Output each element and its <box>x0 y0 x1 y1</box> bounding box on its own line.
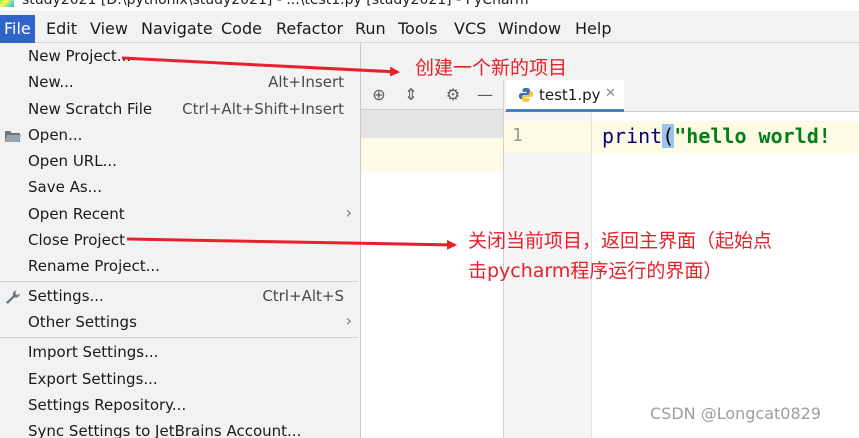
project-toolbar: ⊕ ⇕ ⚙ — <box>361 80 504 110</box>
menu-item-label: Export Settings... <box>28 370 158 388</box>
python-file-icon <box>519 88 533 102</box>
submenu-arrow-icon: › <box>345 203 352 222</box>
wrench-icon <box>6 290 20 304</box>
annotation-close-project-line1: 关闭当前项目，返回主界面（起始点 <box>468 230 773 252</box>
project-tree-row[interactable] <box>361 138 504 172</box>
gear-icon[interactable]: ⚙ <box>443 85 463 105</box>
menu-item-label: Save As... <box>28 178 102 196</box>
project-tree-selected-row[interactable] <box>361 110 504 138</box>
menu-item-label: Open Recent <box>28 205 125 223</box>
tab-test1-py[interactable]: test1.py ✕ <box>506 80 624 112</box>
menu-item-label: New... <box>28 73 74 91</box>
close-icon[interactable]: ✕ <box>605 86 616 101</box>
menu-item-other-settings[interactable]: Other Settings › <box>0 310 358 336</box>
title-bar: study2021 [D:\pythonix\study2021] - ...\… <box>0 0 859 11</box>
menu-item-close-project[interactable]: Close Project <box>0 228 358 254</box>
menu-item-label: Open URL... <box>28 152 117 170</box>
menu-item-shortcut: Ctrl+Alt+S <box>262 287 344 305</box>
menu-bar: File Edit View Navigate Code Refactor Ru… <box>0 15 859 43</box>
tab-label: test1.py <box>539 86 601 104</box>
menu-item-label: Import Settings... <box>28 343 159 361</box>
menu-item-label: Other Settings <box>28 313 137 331</box>
menu-item-label: Settings Repository... <box>28 396 187 414</box>
menu-item-label: New Project... <box>28 47 132 65</box>
menu-item-import-settings[interactable]: Import Settings... <box>0 340 358 366</box>
menu-vcs[interactable]: VCS <box>450 15 490 43</box>
menu-item-settings-repository[interactable]: Settings Repository... <box>0 393 358 419</box>
menu-item-label: Sync Settings to JetBrains Account... <box>28 422 302 438</box>
code-line[interactable]: print("hello world! <box>602 124 831 148</box>
menu-edit[interactable]: Edit <box>42 15 81 43</box>
folder-icon <box>5 131 21 142</box>
menu-item-label: New Scratch File <box>28 100 153 118</box>
menu-separator <box>0 337 358 338</box>
menu-item-new-scratch-file[interactable]: New Scratch File Ctrl+Alt+Shift+Insert <box>0 97 358 123</box>
line-number: 1 <box>512 125 523 146</box>
menu-item-shortcut: Ctrl+Alt+Shift+Insert <box>182 100 344 118</box>
minimize-icon[interactable]: — <box>475 85 495 105</box>
menu-item-new[interactable]: New... Alt+Insert <box>0 70 358 96</box>
menu-file[interactable]: File <box>0 15 35 43</box>
menu-item-shortcut: Alt+Insert <box>268 73 344 91</box>
menu-item-rename-project[interactable]: Rename Project... <box>0 254 358 280</box>
menu-item-open[interactable]: Open... <box>0 123 358 149</box>
menu-tools[interactable]: Tools <box>394 15 441 43</box>
menu-view[interactable]: View <box>86 15 132 43</box>
menu-refactor[interactable]: Refactor <box>272 15 347 43</box>
window-title: study2021 [D:\pythonix\study2021] - ...\… <box>22 0 529 8</box>
menu-window[interactable]: Window <box>494 15 565 43</box>
menu-item-save-as[interactable]: Save As... <box>0 175 358 201</box>
annotation-new-project: 创建一个新的项目 <box>415 57 568 79</box>
menu-item-sync-settings[interactable]: Sync Settings to JetBrains Account... <box>0 419 358 438</box>
code-function: print <box>602 124 663 148</box>
editor-tab-bar: test1.py ✕ <box>504 80 859 112</box>
menu-item-export-settings[interactable]: Export Settings... <box>0 367 358 393</box>
menu-navigate[interactable]: Navigate <box>137 15 217 43</box>
menu-item-label: Open... <box>28 126 83 144</box>
menu-item-label: Settings... <box>28 287 104 305</box>
menu-code[interactable]: Code <box>217 15 266 43</box>
locate-icon[interactable]: ⊕ <box>369 85 389 105</box>
menu-item-open-url[interactable]: Open URL... <box>0 149 358 175</box>
menu-help[interactable]: Help <box>571 15 615 43</box>
menu-item-open-recent[interactable]: Open Recent › <box>0 202 358 228</box>
menu-item-settings[interactable]: Settings... Ctrl+Alt+S <box>0 284 358 310</box>
collapse-all-icon[interactable]: ⇕ <box>401 85 421 105</box>
menu-item-label: Close Project <box>28 231 125 249</box>
menu-run[interactable]: Run <box>351 15 390 43</box>
watermark: CSDN @Longcat0829 <box>650 404 822 423</box>
pycharm-logo-icon <box>0 0 14 7</box>
code-paren: ( <box>662 124 675 148</box>
menu-separator <box>0 281 358 282</box>
pycharm-window: study2021 [D:\pythonix\study2021] - ...\… <box>0 0 859 438</box>
annotation-close-project-line2: 击pycharm程序运行的界面） <box>468 260 723 282</box>
menu-item-label: Rename Project... <box>28 257 160 275</box>
code-string: "hello world! <box>674 124 831 148</box>
menu-item-new-project[interactable]: New Project... <box>0 44 358 70</box>
file-menu-dropdown: New Project... New... Alt+Insert New Scr… <box>0 43 361 438</box>
submenu-arrow-icon: › <box>345 311 352 330</box>
